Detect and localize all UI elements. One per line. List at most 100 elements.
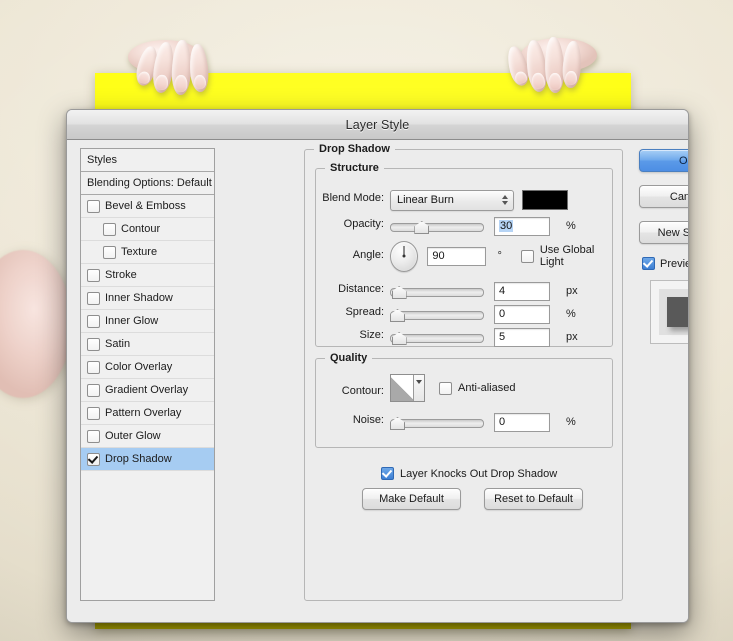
blend-mode-row: Linear Burn	[390, 189, 568, 211]
styles-list-item[interactable]: Outer Glow	[81, 425, 214, 448]
preview-row[interactable]: Preview	[642, 257, 688, 270]
styles-list-item[interactable]: Satin	[81, 333, 214, 356]
style-enable-checkbox[interactable]	[87, 406, 100, 420]
style-enable-checkbox[interactable]	[87, 199, 100, 213]
angle-dial[interactable]	[390, 240, 419, 272]
styles-list-item-label: Stroke	[105, 269, 137, 281]
defaults-button-row: Make Default Reset to Default	[362, 488, 583, 510]
new-style-button[interactable]: New Style...	[639, 221, 688, 244]
opacity-slider-track	[390, 223, 484, 232]
styles-list-item[interactable]: Inner Glow	[81, 310, 214, 333]
angle-input[interactable]: 90	[427, 246, 487, 266]
style-enable-checkbox[interactable]	[87, 291, 100, 305]
knockout-row[interactable]: Layer Knocks Out Drop Shadow	[381, 467, 557, 480]
dialog-body: Styles Blending Options: Default Bevel & E…	[67, 140, 688, 622]
chevron-updown-icon	[502, 195, 508, 205]
size-input[interactable]: 5	[494, 327, 550, 347]
angle-unit: °	[497, 250, 502, 262]
reset-to-default-button[interactable]: Reset to Default	[484, 488, 583, 510]
use-global-light-checkbox[interactable]	[520, 249, 534, 263]
style-enable-checkbox[interactable]	[87, 337, 100, 351]
layer-style-dialog: Layer Style Styles Blending Options: Defa…	[66, 109, 689, 623]
blend-mode-label: Blend Mode:	[322, 192, 384, 204]
styles-list-item-label: Styles	[87, 154, 117, 166]
styles-list-item-label: Inner Shadow	[105, 292, 173, 304]
distance-slider[interactable]	[390, 284, 484, 299]
screenshot-root: Layer Style Styles Blending Options: Defa…	[0, 0, 733, 641]
spread-row: 0 %	[390, 303, 576, 325]
style-enable-checkbox[interactable]	[103, 245, 116, 259]
styles-list-item[interactable]: Drop Shadow	[81, 448, 214, 471]
contour-dropdown-arrow[interactable]	[413, 375, 424, 401]
angle-row: 90 ° Use Global Light	[390, 240, 612, 272]
styles-list-item[interactable]: Texture	[81, 241, 214, 264]
styles-list-item-label: Bevel & Emboss	[105, 200, 186, 212]
styles-list-item[interactable]: Styles	[81, 149, 214, 172]
drop-shadow-group-legend: Drop Shadow	[314, 143, 395, 155]
drop-shadow-group: Drop Shadow Structure Blend Mode: Linear…	[304, 143, 623, 601]
styles-list-item-label: Blending Options: Default	[87, 177, 212, 189]
distance-row: 4 px	[390, 280, 578, 302]
ok-button[interactable]: OK	[639, 149, 688, 172]
style-enable-checkbox[interactable]	[87, 314, 100, 328]
quality-group-legend: Quality	[325, 352, 373, 364]
opacity-value: 30	[499, 220, 514, 232]
layer-knocks-out-label: Layer Knocks Out Drop Shadow	[400, 467, 558, 480]
styles-list-item[interactable]: Pattern Overlay	[81, 402, 214, 425]
opacity-row: 30 %	[390, 215, 576, 237]
opacity-input[interactable]: 30	[494, 216, 550, 236]
dialog-title: Layer Style	[345, 117, 410, 132]
styles-list-item-label: Texture	[121, 246, 158, 258]
styles-list-item[interactable]: Contour	[81, 218, 214, 241]
shadow-color-swatch[interactable]	[522, 190, 568, 210]
styles-list-item[interactable]: Color Overlay	[81, 356, 214, 379]
noise-label: Noise:	[352, 414, 384, 426]
contour-row: Anti-aliased	[390, 374, 515, 402]
noise-row: 0 %	[390, 411, 576, 433]
styles-list-item-label: Pattern Overlay	[105, 407, 182, 419]
preview-checkbox[interactable]	[642, 257, 655, 270]
opacity-slider[interactable]	[390, 219, 484, 234]
styles-list-item-label: Outer Glow	[105, 430, 161, 442]
styles-list[interactable]: Styles Blending Options: Default Bevel & E…	[80, 148, 215, 601]
anti-aliased-row[interactable]: Anti-aliased	[439, 381, 515, 395]
angle-label: Angle:	[352, 249, 384, 261]
distance-label: Distance:	[338, 283, 384, 295]
distance-value: 4	[499, 285, 506, 297]
contour-curve-thumbnail	[391, 375, 413, 401]
styles-list-item-label: Satin	[105, 338, 131, 350]
anti-aliased-checkbox[interactable]	[439, 381, 452, 395]
styles-list-item[interactable]: Inner Shadow	[81, 287, 214, 310]
angle-value: 90	[432, 250, 445, 262]
styles-list-item[interactable]: Blending Options: Default	[81, 172, 214, 195]
styles-list-item[interactable]: Bevel & Emboss	[81, 195, 214, 218]
use-global-light-label: Use Global Light	[539, 244, 595, 268]
make-default-button[interactable]: Make Default	[362, 488, 461, 510]
spread-slider[interactable]	[390, 307, 484, 322]
noise-value: 0	[499, 416, 506, 428]
style-enable-checkbox[interactable]	[87, 429, 100, 443]
dialog-titlebar[interactable]: Layer Style	[67, 110, 688, 140]
contour-label: Contour:	[341, 385, 384, 397]
style-enable-checkbox[interactable]	[87, 452, 100, 466]
size-slider[interactable]	[390, 330, 484, 345]
opacity-label: Opacity:	[343, 218, 384, 230]
size-row: 5 px	[390, 326, 578, 348]
distance-input[interactable]: 4	[494, 281, 550, 301]
opacity-unit: %	[566, 220, 576, 232]
styles-list-item[interactable]: Stroke	[81, 264, 214, 287]
layer-knocks-out-checkbox[interactable]	[381, 467, 394, 480]
style-enable-checkbox[interactable]	[87, 268, 100, 282]
cancel-button[interactable]: Cancel	[639, 185, 688, 208]
styles-list-item[interactable]: Gradient Overlay	[81, 379, 214, 402]
noise-input[interactable]: 0	[494, 412, 550, 432]
style-enable-checkbox[interactable]	[87, 360, 100, 374]
styles-list-item-label: Inner Glow	[105, 315, 159, 327]
blend-mode-select[interactable]: Linear Burn	[390, 189, 514, 211]
contour-preset-picker[interactable]	[390, 374, 425, 402]
spread-input[interactable]: 0	[494, 304, 550, 324]
style-enable-checkbox[interactable]	[103, 222, 116, 236]
style-enable-checkbox[interactable]	[87, 383, 100, 397]
noise-slider[interactable]	[390, 415, 484, 430]
use-global-light-row[interactable]: Use Global Light	[520, 244, 612, 268]
